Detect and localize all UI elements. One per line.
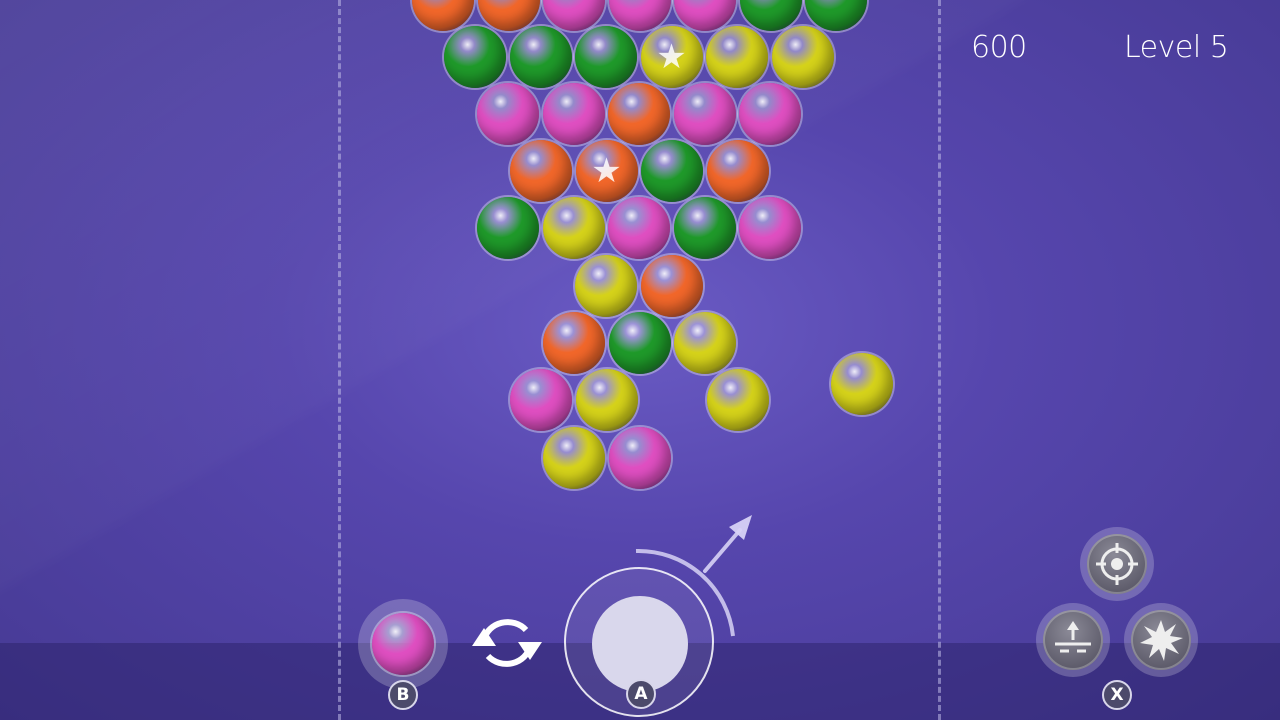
row-powerup-button[interactable] [1036, 603, 1110, 677]
powerup-key-badge: X [1102, 680, 1132, 710]
aim-powerup-button[interactable] [1080, 527, 1154, 601]
fire-button-core[interactable] [592, 596, 688, 692]
explosion-icon [1140, 620, 1183, 661]
row-push-icon [1055, 621, 1091, 653]
crosshair-icon [1096, 543, 1138, 585]
next-bubble[interactable] [372, 613, 434, 675]
swap-key-badge: B [388, 680, 418, 710]
fire-key-badge: A [626, 679, 656, 709]
bomb-powerup-button[interactable] [1124, 603, 1198, 677]
swap-arrows-icon[interactable] [468, 612, 546, 674]
